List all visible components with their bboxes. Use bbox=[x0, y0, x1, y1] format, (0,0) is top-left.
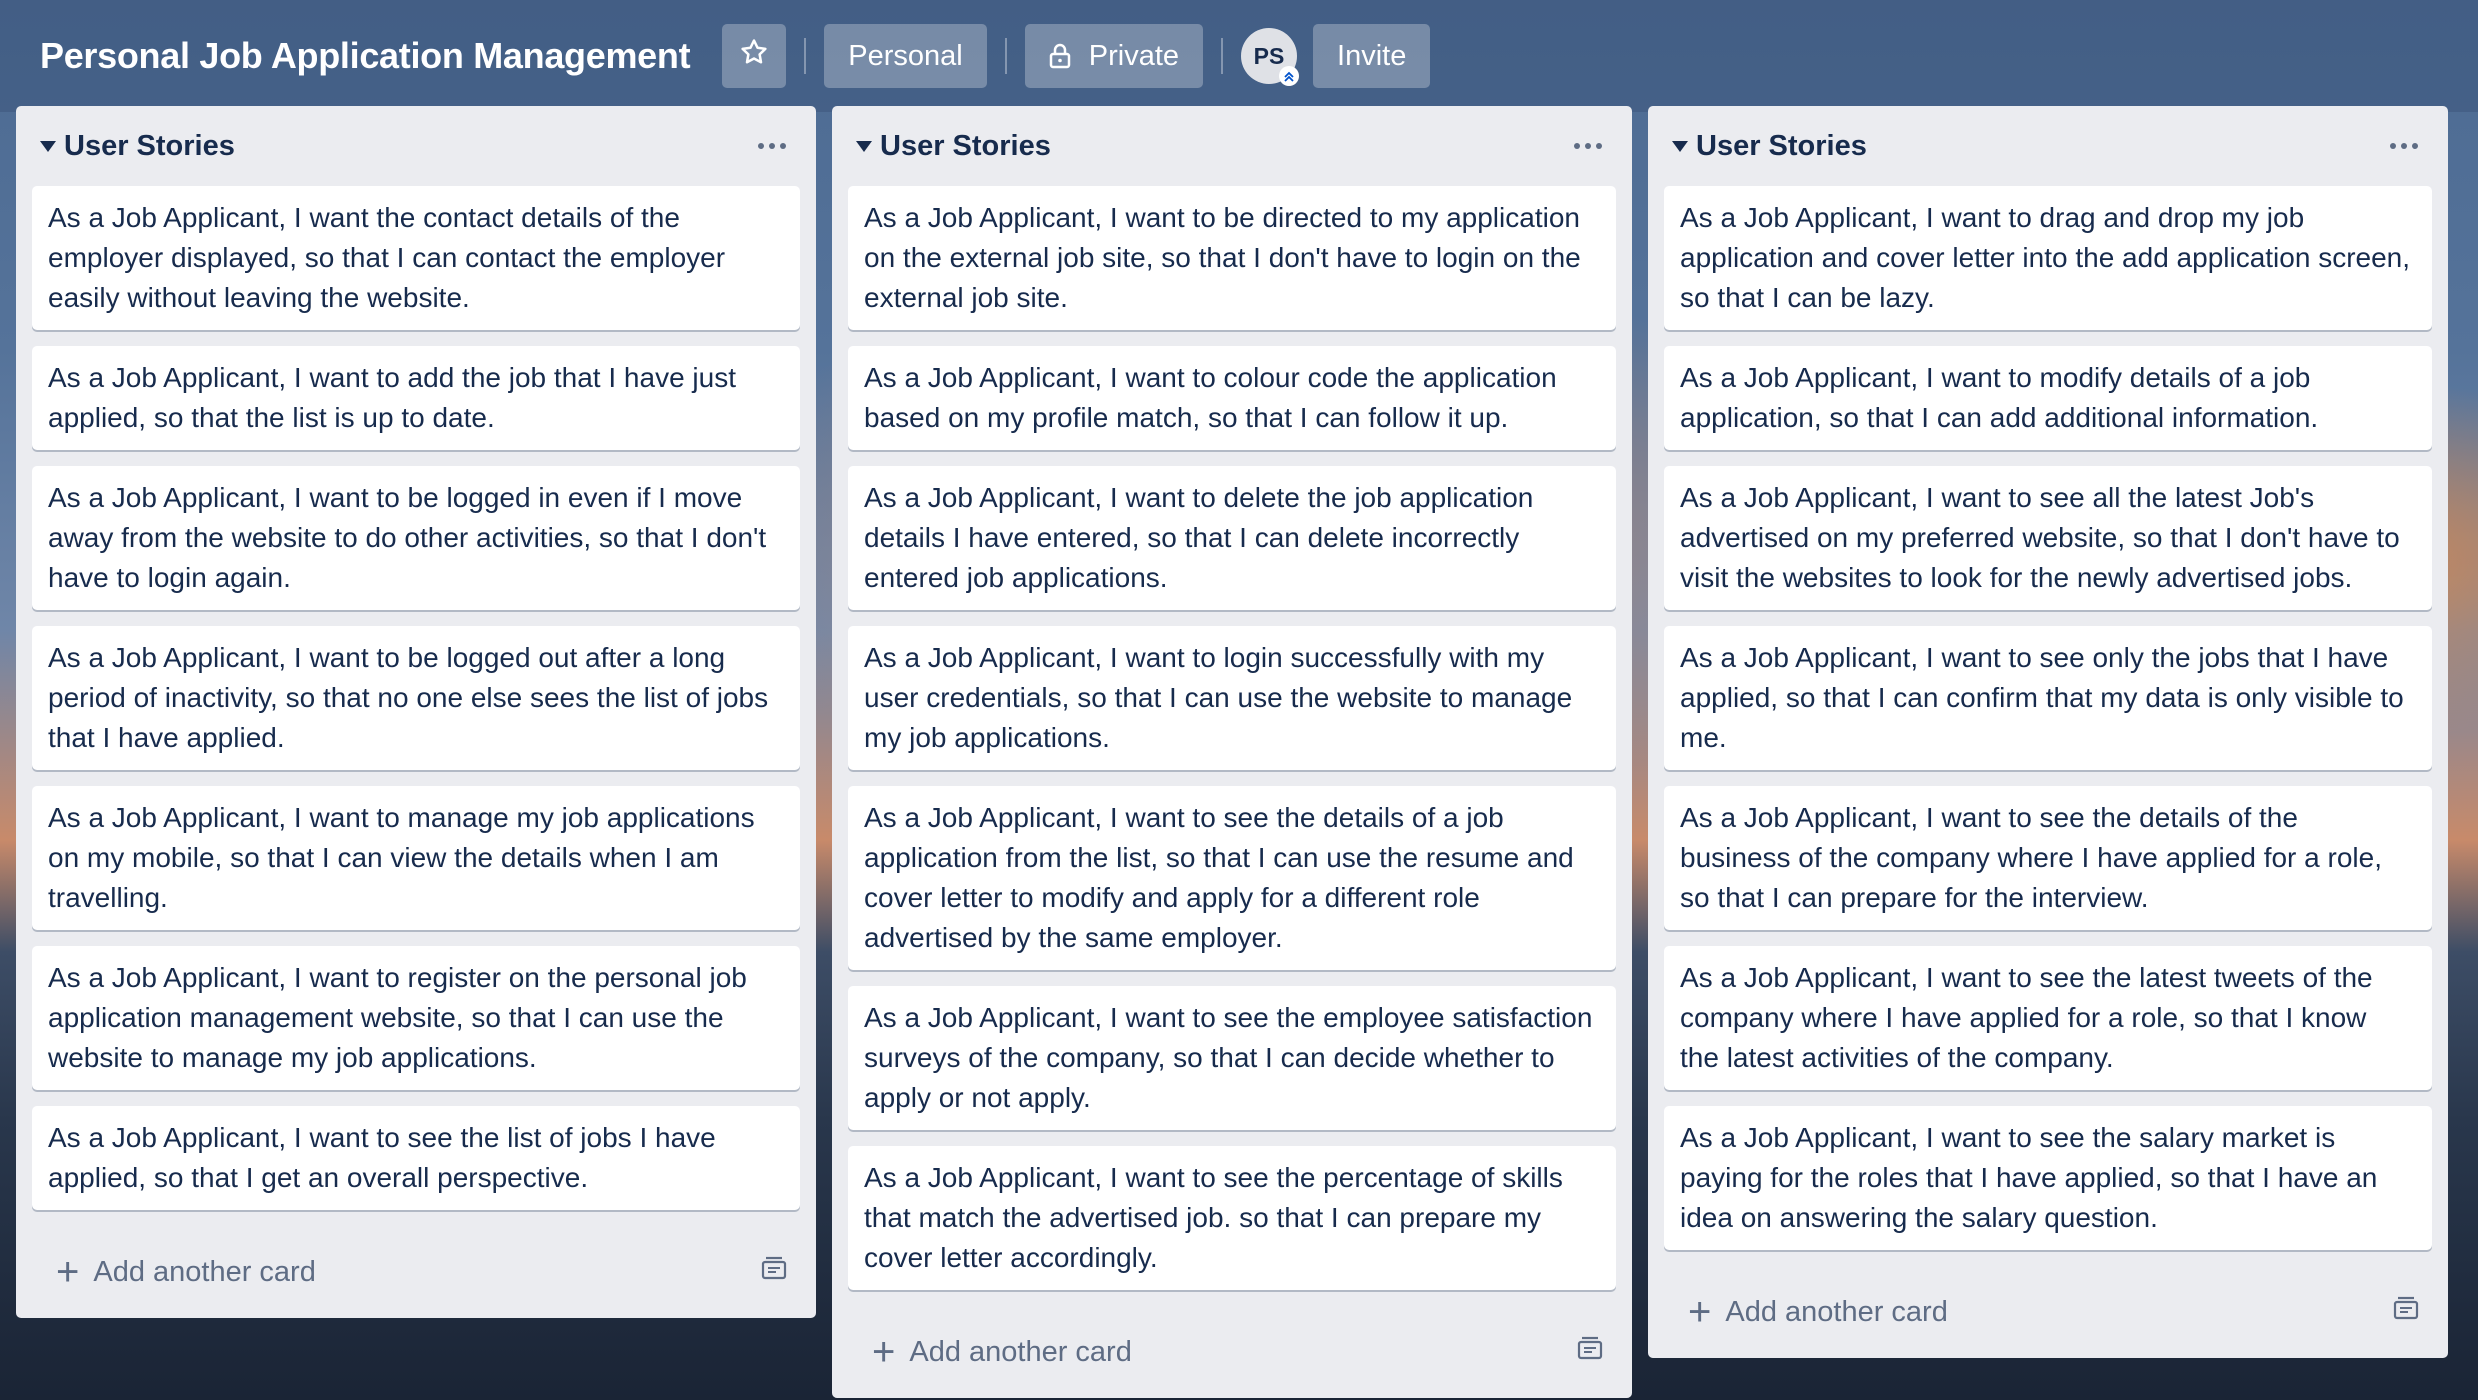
card[interactable]: As a Job Applicant, I want to see the sa… bbox=[1664, 1106, 2432, 1250]
invite-button[interactable]: Invite bbox=[1313, 24, 1431, 88]
add-card-row: + Add another card bbox=[848, 1306, 1616, 1398]
list: User Stories As a Job Applicant, I want … bbox=[832, 106, 1632, 1398]
list-title[interactable]: User Stories bbox=[1696, 130, 1867, 163]
list-header: User Stories bbox=[1664, 106, 2432, 186]
template-icon[interactable] bbox=[760, 1255, 788, 1289]
team-visibility-button[interactable]: Personal bbox=[824, 24, 987, 88]
list-title-wrap[interactable]: User Stories bbox=[1672, 130, 1867, 163]
add-card-row: + Add another card bbox=[1664, 1266, 2432, 1358]
card[interactable]: As a Job Applicant, I want to see only t… bbox=[1664, 626, 2432, 770]
plus-icon: + bbox=[872, 1330, 896, 1374]
template-icon[interactable] bbox=[1576, 1335, 1604, 1369]
more-icon[interactable] bbox=[1574, 143, 1608, 149]
plus-icon: + bbox=[1688, 1290, 1712, 1334]
star-icon bbox=[739, 37, 769, 75]
card[interactable]: As a Job Applicant, I want to drag and d… bbox=[1664, 186, 2432, 330]
list-title[interactable]: User Stories bbox=[64, 130, 235, 163]
chevron-up-icon bbox=[1279, 66, 1300, 86]
caret-down-icon[interactable] bbox=[856, 140, 872, 152]
card[interactable]: As a Job Applicant, I want to see all th… bbox=[1664, 466, 2432, 610]
more-icon[interactable] bbox=[758, 143, 792, 149]
list-header: User Stories bbox=[848, 106, 1616, 186]
card[interactable]: As a Job Applicant, I want to see the de… bbox=[848, 786, 1616, 970]
card[interactable]: As a Job Applicant, I want to see the li… bbox=[32, 1106, 800, 1210]
card[interactable]: As a Job Applicant, I want to be logged … bbox=[32, 466, 800, 610]
card[interactable]: As a Job Applicant, I want to see the pe… bbox=[848, 1146, 1616, 1290]
card[interactable]: As a Job Applicant, I want to delete the… bbox=[848, 466, 1616, 610]
header-divider bbox=[804, 38, 807, 74]
add-card-button[interactable]: + Add another card bbox=[872, 1332, 1132, 1372]
header-divider bbox=[1004, 38, 1007, 74]
add-card-label: Add another card bbox=[93, 1255, 316, 1288]
plus-icon: + bbox=[56, 1250, 80, 1294]
card[interactable]: As a Job Applicant, I want to see the de… bbox=[1664, 786, 2432, 930]
header-divider bbox=[1221, 38, 1224, 74]
list-title-wrap[interactable]: User Stories bbox=[856, 130, 1051, 163]
caret-down-icon[interactable] bbox=[1672, 140, 1688, 152]
add-card-label: Add another card bbox=[909, 1335, 1132, 1368]
star-button[interactable] bbox=[722, 24, 787, 88]
add-card-button[interactable]: + Add another card bbox=[1688, 1292, 1948, 1332]
list: User Stories As a Job Applicant, I want … bbox=[1648, 106, 2448, 1358]
avatar-initials: PS bbox=[1253, 42, 1285, 69]
list-header: User Stories bbox=[32, 106, 800, 186]
privacy-button[interactable]: Private bbox=[1024, 24, 1204, 88]
list-title[interactable]: User Stories bbox=[880, 130, 1051, 163]
team-visibility-label: Personal bbox=[848, 39, 963, 72]
add-card-row: + Add another card bbox=[32, 1226, 800, 1318]
card[interactable]: As a Job Applicant, I want to add the jo… bbox=[32, 346, 800, 450]
card[interactable]: As a Job Applicant, I want to be logged … bbox=[32, 626, 800, 770]
card[interactable]: As a Job Applicant, I want to be directe… bbox=[848, 186, 1616, 330]
card[interactable]: As a Job Applicant, I want to modify det… bbox=[1664, 346, 2432, 450]
add-card-label: Add another card bbox=[1725, 1295, 1948, 1328]
board-title[interactable]: Personal Job Application Management bbox=[40, 35, 691, 77]
lock-icon bbox=[1049, 43, 1071, 69]
list: User Stories As a Job Applicant, I want … bbox=[16, 106, 816, 1318]
card[interactable]: As a Job Applicant, I want to see the la… bbox=[1664, 946, 2432, 1090]
list-title-wrap[interactable]: User Stories bbox=[40, 130, 235, 163]
caret-down-icon[interactable] bbox=[40, 140, 56, 152]
card[interactable]: As a Job Applicant, I want to see the em… bbox=[848, 986, 1616, 1130]
privacy-label: Private bbox=[1088, 39, 1180, 72]
more-icon[interactable] bbox=[2390, 143, 2424, 149]
board-header: Personal Job Application Management Pers… bbox=[0, 0, 2478, 112]
template-icon[interactable] bbox=[2392, 1295, 2420, 1329]
avatar[interactable]: PS bbox=[1241, 28, 1300, 86]
invite-label: Invite bbox=[1337, 39, 1407, 72]
card[interactable]: As a Job Applicant, I want to login succ… bbox=[848, 626, 1616, 770]
card[interactable]: As a Job Applicant, I want the contact d… bbox=[32, 186, 800, 330]
add-card-button[interactable]: + Add another card bbox=[56, 1252, 316, 1292]
card[interactable]: As a Job Applicant, I want to manage my … bbox=[32, 786, 800, 930]
card[interactable]: As a Job Applicant, I want to colour cod… bbox=[848, 346, 1616, 450]
card[interactable]: As a Job Applicant, I want to register o… bbox=[32, 946, 800, 1090]
